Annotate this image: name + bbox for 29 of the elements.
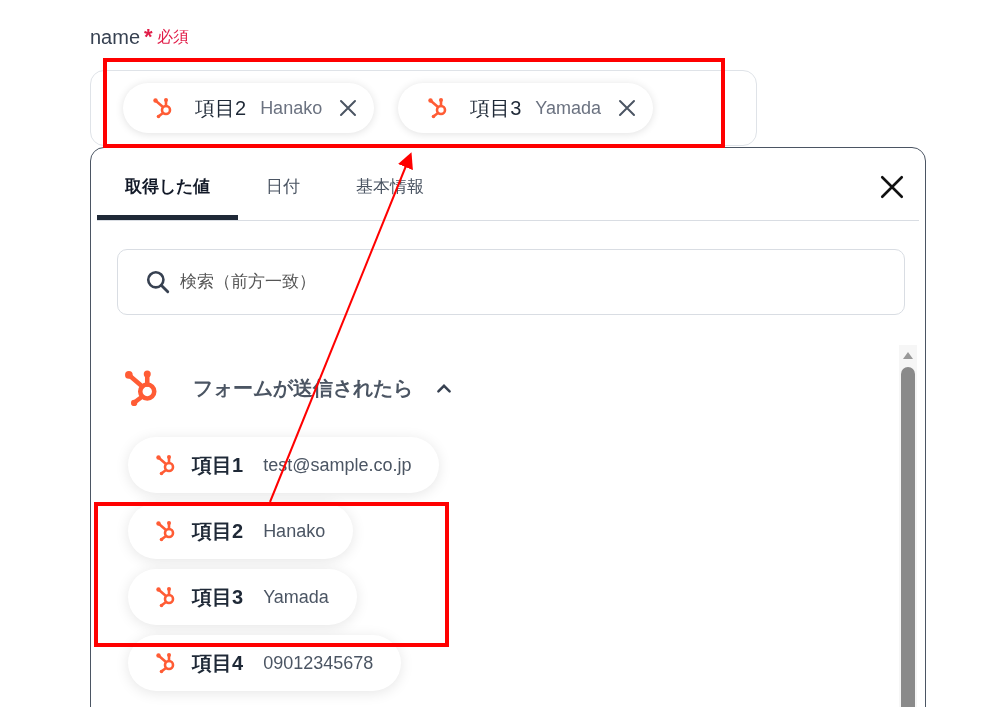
value-item[interactable]: 項目4 09012345678 xyxy=(128,635,402,691)
tab[interactable]: 日付 xyxy=(238,148,328,220)
item-value: 09012345678 xyxy=(263,652,374,674)
item-value: Yamada xyxy=(263,586,329,608)
value-item[interactable]: 項目2 Hanako xyxy=(128,503,354,559)
chip-label: 項目3 xyxy=(470,95,522,121)
value-item[interactable]: 項目3 Yamada xyxy=(128,569,357,625)
item-label: 項目4 xyxy=(192,650,244,676)
item-label: 項目2 xyxy=(192,518,244,544)
search-field[interactable]: 検索（前方一致） xyxy=(117,249,905,315)
item-value: Hanako xyxy=(263,520,326,542)
required-label: 必須 xyxy=(156,26,189,47)
tab[interactable]: 取得した値 xyxy=(97,148,238,220)
field-label: name xyxy=(90,25,141,49)
value-chip[interactable]: 項目2 Hanako xyxy=(123,83,375,133)
item-label: 項目3 xyxy=(192,584,244,610)
scrollbar[interactable] xyxy=(899,345,917,707)
chip-value: Yamada xyxy=(535,97,601,119)
value-field[interactable]: 項目2 Hanako 項目3 Yamada xyxy=(90,70,757,146)
close-icon[interactable] xyxy=(338,98,359,118)
close-icon[interactable] xyxy=(617,98,637,118)
close-icon[interactable] xyxy=(879,174,905,200)
chip-label: 項目2 xyxy=(195,95,247,121)
required-mark: * xyxy=(144,24,153,50)
item-label: 項目1 xyxy=(192,452,244,478)
value-chip[interactable]: 項目3 Yamada xyxy=(398,83,653,133)
scroll-up-icon[interactable] xyxy=(903,351,913,359)
chip-value: Hanako xyxy=(260,97,323,119)
scroll-thumb[interactable] xyxy=(901,367,915,707)
